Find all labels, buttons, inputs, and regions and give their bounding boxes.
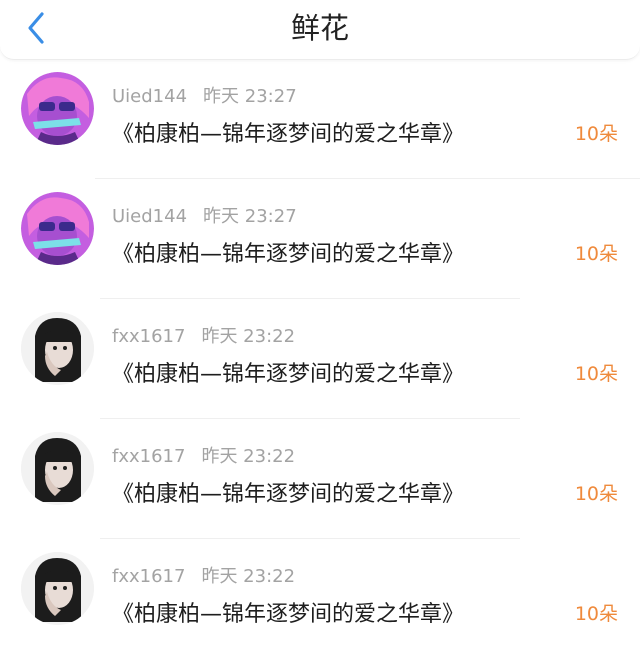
timestamp: 昨天 23:22 [201, 446, 296, 467]
divider [95, 178, 640, 179]
list-item[interactable]: Uied144 昨天 23:27 《柏康柏—锦年逐梦间的爱之华章》 10朵 [0, 180, 640, 300]
flower-count: 10朵 [574, 483, 618, 505]
item-meta: Uied144 昨天 23:27 [112, 82, 297, 108]
avatar[interactable] [21, 312, 94, 385]
flower-count: 10朵 [574, 363, 618, 385]
flower-gift-list: Uied144 昨天 23:27 《柏康柏—锦年逐梦间的爱之华章》 10朵 Uie… [0, 60, 640, 660]
username[interactable]: fxx1617 [112, 446, 185, 467]
flower-count: 10朵 [574, 243, 618, 265]
divider [100, 538, 520, 539]
username[interactable]: Uied144 [112, 206, 187, 227]
flower-count: 10朵 [574, 123, 618, 145]
username[interactable]: fxx1617 [112, 326, 185, 347]
gift-message: 《柏康柏—锦年逐梦间的爱之华章》 [112, 242, 465, 267]
avatar[interactable] [21, 552, 94, 625]
item-meta: Uied144 昨天 23:27 [112, 202, 297, 228]
timestamp: 昨天 23:27 [203, 86, 297, 107]
list-item[interactable]: fxx1617 昨天 23:22 《柏康柏—锦年逐梦间的爱之华章》 10朵 [0, 300, 640, 420]
avatar[interactable] [21, 72, 94, 145]
timestamp: 昨天 23:22 [201, 326, 296, 347]
list-item[interactable]: Uied144 昨天 23:27 《柏康柏—锦年逐梦间的爱之华章》 10朵 [0, 60, 640, 180]
gift-message: 《柏康柏—锦年逐梦间的爱之华章》 [112, 602, 465, 627]
gift-message: 《柏康柏—锦年逐梦间的爱之华章》 [112, 482, 465, 507]
top-bar: 鲜花 [0, 0, 640, 60]
gift-message: 《柏康柏—锦年逐梦间的爱之华章》 [112, 362, 465, 387]
page-title: 鲜花 [290, 11, 349, 45]
gift-message: 《柏康柏—锦年逐梦间的爱之华章》 [112, 122, 465, 147]
item-meta: fxx1617 昨天 23:22 [112, 562, 295, 588]
list-item[interactable]: fxx1617 昨天 23:22 《柏康柏—锦年逐梦间的爱之华章》 10朵 [0, 420, 640, 540]
divider [100, 298, 520, 299]
divider [100, 418, 520, 419]
avatar[interactable] [21, 192, 94, 265]
timestamp: 昨天 23:22 [201, 566, 296, 587]
avatar[interactable] [21, 432, 94, 505]
timestamp: 昨天 23:27 [203, 206, 297, 227]
username[interactable]: Uied144 [112, 86, 187, 107]
item-meta: fxx1617 昨天 23:22 [112, 322, 295, 348]
username[interactable]: fxx1617 [112, 566, 185, 587]
list-item[interactable]: fxx1617 昨天 23:22 《柏康柏—锦年逐梦间的爱之华章》 10朵 [0, 540, 640, 660]
item-meta: fxx1617 昨天 23:22 [112, 442, 295, 468]
flower-count: 10朵 [574, 603, 618, 625]
